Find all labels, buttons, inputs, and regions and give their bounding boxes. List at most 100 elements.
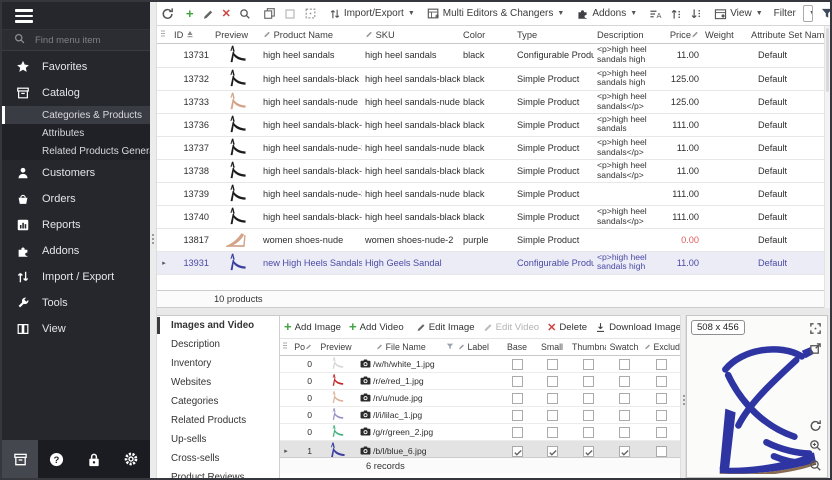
image-row[interactable]: 0/w/h/white_1.jpg bbox=[280, 356, 680, 373]
image-flag-checkbox[interactable] bbox=[512, 410, 523, 421]
image-flag-checkbox[interactable] bbox=[619, 393, 630, 404]
delete-product-button[interactable]: ✕ bbox=[218, 2, 235, 25]
product-row[interactable]: 13740high heel sandals-black-38high heel… bbox=[157, 205, 824, 228]
col-header-color[interactable]: Color bbox=[460, 26, 514, 44]
zoom-out-icon[interactable] bbox=[807, 457, 823, 473]
sidebar-item-reports[interactable]: Reports bbox=[2, 212, 150, 238]
tab-product-reviews[interactable]: Product Reviews bbox=[157, 468, 279, 480]
product-row[interactable]: 13733high heel sandals-nudehigh heel san… bbox=[157, 90, 824, 113]
image-flag-checkbox[interactable] bbox=[547, 446, 558, 457]
hamburger-menu-icon[interactable] bbox=[15, 9, 33, 23]
add-video-button[interactable]: +Add Video bbox=[345, 322, 408, 333]
col-header-preview[interactable]: Preview bbox=[314, 339, 358, 355]
col-header-sku[interactable]: SKU bbox=[362, 26, 460, 44]
rotate-icon[interactable] bbox=[807, 417, 823, 433]
addons-menu[interactable]: Addons▼ bbox=[572, 2, 641, 25]
search-products-button[interactable] bbox=[235, 2, 255, 25]
col-header-preview[interactable]: Preview bbox=[212, 26, 260, 44]
tab-inventory[interactable]: Inventory bbox=[157, 354, 279, 373]
filter-category-select[interactable]: Show products from selected categories ▼ bbox=[803, 5, 813, 22]
tab-cross-sells[interactable]: Cross-sells bbox=[157, 449, 279, 468]
tab-websites[interactable]: Websites bbox=[157, 373, 279, 392]
tab-up-sells[interactable]: Up-sells bbox=[157, 430, 279, 449]
edit-product-button[interactable] bbox=[198, 2, 218, 25]
image-flag-checkbox[interactable] bbox=[656, 393, 667, 404]
image-flag-checkbox[interactable] bbox=[656, 427, 667, 438]
add-image-button[interactable]: +Add Image bbox=[280, 322, 345, 333]
image-row[interactable]: 0/g/r/green_2.jpg bbox=[280, 424, 680, 441]
lock-icon[interactable] bbox=[75, 452, 112, 467]
tab-images-and-video[interactable]: Images and Video bbox=[157, 316, 279, 335]
col-header-weight[interactable]: Weight bbox=[702, 26, 748, 44]
panel-splitter[interactable] bbox=[150, 2, 157, 478]
image-flag-checkbox[interactable] bbox=[512, 376, 523, 387]
view-menu[interactable]: View▼ bbox=[710, 2, 766, 25]
copy-button[interactable] bbox=[259, 2, 280, 25]
image-flag-checkbox[interactable] bbox=[619, 410, 630, 421]
product-row[interactable]: 13817women shoes-nudewomen shoes-nude-2p… bbox=[157, 228, 824, 251]
col-header-type[interactable]: Type bbox=[514, 26, 594, 44]
image-flag-checkbox[interactable] bbox=[619, 446, 630, 457]
col-header-file-name[interactable]: File Name bbox=[358, 339, 444, 355]
sort-desc-button[interactable] bbox=[686, 2, 706, 25]
image-flag-checkbox[interactable] bbox=[619, 376, 630, 387]
image-flag-checkbox[interactable] bbox=[583, 359, 594, 370]
sidebar-item-view[interactable]: View bbox=[2, 316, 150, 342]
col-header-swatch[interactable]: Swatch bbox=[606, 339, 642, 355]
gear-icon[interactable] bbox=[113, 451, 150, 467]
product-row[interactable]: ▸13931new High Heels SandalsHigh Geels S… bbox=[157, 251, 824, 274]
col-header-exclude[interactable]: Exclude bbox=[642, 339, 680, 355]
store-icon[interactable] bbox=[2, 440, 38, 478]
fit-screen-icon[interactable] bbox=[807, 320, 823, 336]
select-cell-button[interactable] bbox=[280, 2, 300, 25]
download-image-button[interactable]: Download Image bbox=[591, 322, 685, 333]
help-icon[interactable]: ? bbox=[38, 452, 75, 467]
sidebar-item-attributes[interactable]: Attributes bbox=[2, 124, 150, 142]
image-flag-checkbox[interactable] bbox=[619, 427, 630, 438]
sidebar-item-catalog[interactable]: Catalog bbox=[2, 80, 150, 106]
sidebar-item-related-products-generator[interactable]: Related Products Generator bbox=[2, 142, 150, 160]
col-header-small[interactable]: Small bbox=[534, 339, 570, 355]
multi-editors-menu[interactable]: Multi Editors & Changers▼ bbox=[423, 2, 569, 25]
add-product-button[interactable]: + bbox=[182, 2, 198, 25]
image-flag-checkbox[interactable] bbox=[583, 427, 594, 438]
delete-image-button[interactable]: ✕Delete bbox=[543, 321, 591, 334]
image-flag-checkbox[interactable] bbox=[512, 359, 523, 370]
tab-categories[interactable]: Categories bbox=[157, 392, 279, 411]
refresh-button[interactable] bbox=[157, 2, 178, 25]
col-header-position[interactable]: Po bbox=[292, 339, 314, 355]
product-row[interactable]: 13731high heel sandalshigh heel sandalsb… bbox=[157, 44, 824, 67]
col-header-attribute-set[interactable]: Attribute Set Name bbox=[748, 26, 824, 44]
tab-related-products[interactable]: Related Products bbox=[157, 411, 279, 430]
image-flag-checkbox[interactable] bbox=[547, 376, 558, 387]
product-row[interactable]: 13737high heel sandals-nude-36high heel … bbox=[157, 136, 824, 159]
col-header-id[interactable]: ID bbox=[171, 26, 212, 44]
col-header-label[interactable]: Label bbox=[456, 339, 500, 355]
sidebar-item-addons[interactable]: Addons bbox=[2, 238, 150, 264]
image-flag-checkbox[interactable] bbox=[656, 376, 667, 387]
search-input[interactable] bbox=[33, 34, 133, 47]
image-flag-checkbox[interactable] bbox=[512, 427, 523, 438]
image-flag-checkbox[interactable] bbox=[656, 446, 667, 457]
paste-special-button[interactable] bbox=[300, 2, 321, 25]
edit-video-button[interactable]: Edit Video bbox=[479, 322, 544, 333]
edit-image-button[interactable]: Edit Image bbox=[412, 322, 479, 333]
sort-text-button[interactable]: A bbox=[645, 2, 666, 25]
sidebar-item-orders[interactable]: Orders bbox=[2, 186, 150, 212]
image-flag-checkbox[interactable] bbox=[512, 393, 523, 404]
sidebar-item-customers[interactable]: Customers bbox=[2, 160, 150, 186]
product-row[interactable]: 13736high heel sandals-black-36high heel… bbox=[157, 113, 824, 136]
tab-description[interactable]: Description bbox=[157, 335, 279, 354]
image-flag-checkbox[interactable] bbox=[619, 359, 630, 370]
grid-scrollbar[interactable] bbox=[824, 26, 830, 308]
zoom-in-icon[interactable] bbox=[807, 437, 823, 453]
col-header-product-name[interactable]: Product Name bbox=[260, 26, 362, 44]
product-row[interactable]: 13732high heel sandals-blackhigh heel sa… bbox=[157, 67, 824, 90]
image-flag-checkbox[interactable] bbox=[512, 446, 523, 457]
col-header-thumbnail[interactable]: Thumbna bbox=[570, 339, 606, 355]
product-row[interactable]: 13738high heel sandals-black-37high heel… bbox=[157, 159, 824, 182]
col-header-base[interactable]: Base bbox=[500, 339, 534, 355]
image-flag-checkbox[interactable] bbox=[547, 410, 558, 421]
image-flag-checkbox[interactable] bbox=[656, 359, 667, 370]
image-flag-checkbox[interactable] bbox=[547, 393, 558, 404]
